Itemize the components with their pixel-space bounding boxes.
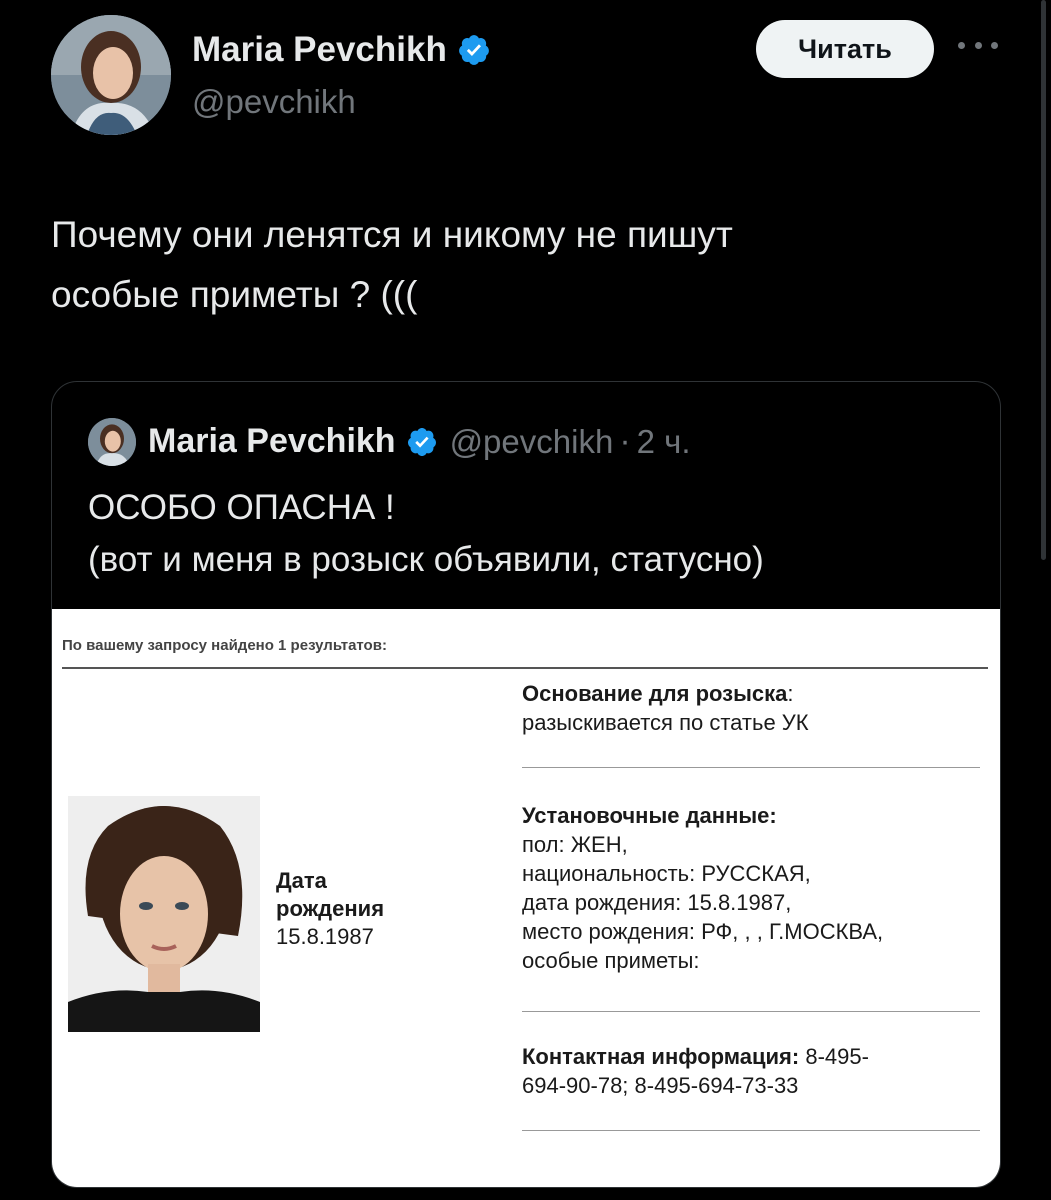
author-name[interactable]: Maria Pevchikh <box>192 30 491 70</box>
dot <box>991 41 998 49</box>
contact-label: Контактная информация: <box>522 1044 800 1069</box>
attached-image-document[interactable]: По вашему запросу найдено 1 результатов:… <box>52 609 1000 1187</box>
verified-badge-icon <box>407 427 436 456</box>
author-handle[interactable]: @pevchikh <box>192 83 356 121</box>
tweet-text: Почему они ленятся и никому не пишут осо… <box>51 214 733 315</box>
quote-header: Maria Pevchikh @pevchikh · 2 ч. <box>148 422 691 461</box>
reason-block: Основание для розыска: разыскивается по … <box>522 679 809 737</box>
reason-value: разыскивается по статье УК <box>522 710 809 735</box>
scrollbar[interactable] <box>1041 0 1046 560</box>
divider <box>522 1011 980 1012</box>
dot <box>974 41 982 49</box>
author-name-text[interactable]: Maria Pevchikh <box>192 30 447 70</box>
results-line: По вашему запросу найдено 1 результатов: <box>62 637 387 654</box>
quote-author-handle: @pevchikh <box>449 422 614 460</box>
dob-value: 15.8.1987 <box>276 924 374 949</box>
reason-label: Основание для розыска <box>522 681 788 706</box>
personal-data-value: пол: ЖЕН, национальность: РУССКАЯ, дата … <box>522 832 884 973</box>
dob-label: Дата рождения <box>276 868 385 921</box>
reason-colon: : <box>787 681 794 706</box>
personal-data-block: Установочные данные: пол: ЖЕН, националь… <box>522 801 883 975</box>
divider <box>522 1130 980 1131</box>
verified-badge-icon <box>458 35 489 65</box>
dot <box>958 41 965 49</box>
contact-block: Контактная информация: 8-495- 694-90-78;… <box>522 1042 972 1100</box>
quote-text: ОСОБО ОПАСНА ! (вот и меня в розыск объя… <box>88 488 764 579</box>
quoted-tweet-card[interactable]: Maria Pevchikh @pevchikh · 2 ч. ОСОБО ОП… <box>51 381 1001 1188</box>
follow-button[interactable]: Читать <box>756 20 934 78</box>
divider <box>62 667 988 669</box>
author-avatar[interactable] <box>51 15 171 135</box>
quote-author-name: Maria Pevchikh <box>148 422 396 460</box>
quote-author-avatar <box>88 418 136 466</box>
divider <box>522 767 980 768</box>
more-dots-icon[interactable] <box>958 30 998 60</box>
mugshot-photo <box>68 796 260 1032</box>
quote-timestamp: 2 ч. <box>636 422 691 460</box>
dob-block: Дата рождения 15.8.1987 <box>276 867 384 951</box>
separator-dot: · <box>619 422 631 460</box>
personal-data-label: Установочные данные: <box>522 803 777 828</box>
